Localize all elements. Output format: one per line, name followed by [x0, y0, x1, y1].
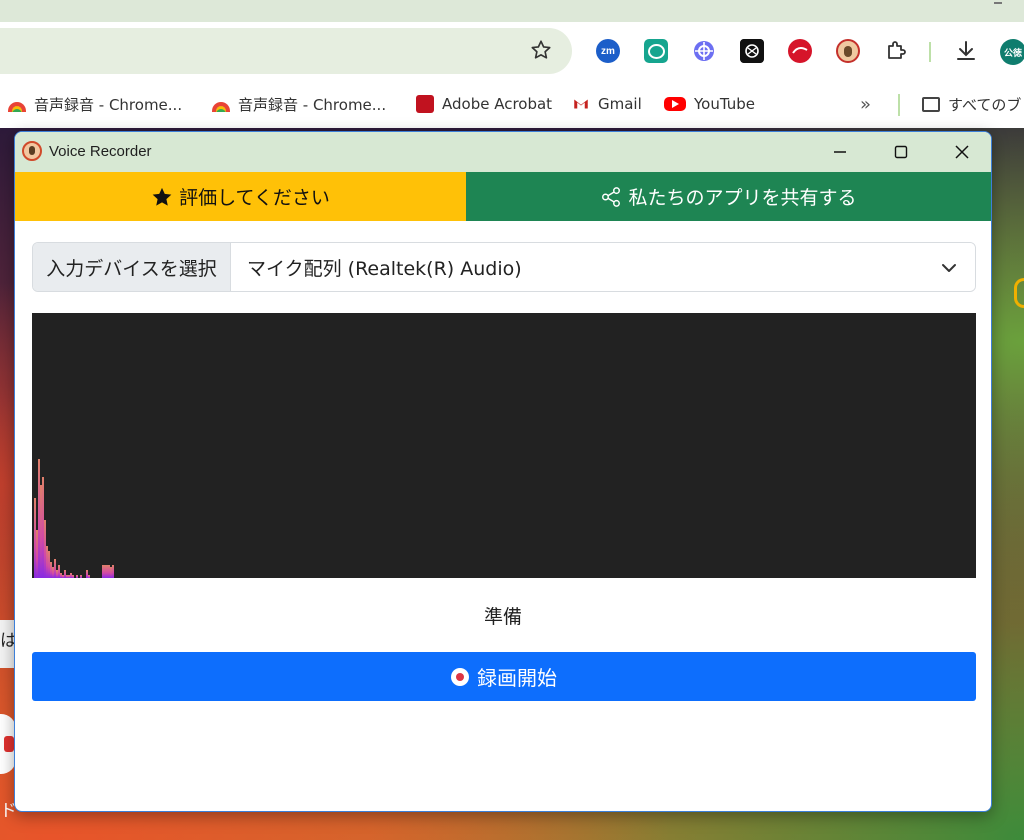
visualizer-bar: [76, 575, 78, 578]
zoom-icon[interactable]: zm: [596, 39, 620, 63]
youtube-icon: [664, 97, 686, 111]
gmail-icon: [574, 99, 588, 109]
share-app-button[interactable]: 私たちのアプリを共有する: [466, 172, 991, 221]
record-icon: [451, 667, 469, 686]
visualizer-bar: [112, 565, 114, 578]
trend-micro-icon[interactable]: [788, 39, 812, 63]
window-titlebar[interactable]: Voice Recorder: [15, 132, 991, 172]
voice-recorder-app-icon: [22, 141, 42, 161]
maximize-icon: [894, 145, 908, 159]
close-icon: [955, 145, 969, 159]
bookmark-star-icon[interactable]: [530, 39, 552, 61]
bookmark-voice-recorder-2[interactable]: 音声録音 - Chrome...: [212, 92, 386, 116]
chevron-down-icon: [942, 264, 956, 272]
voice-recorder-icon[interactable]: [836, 39, 860, 63]
window-title: Voice Recorder: [49, 143, 152, 160]
all-bookmarks-folder[interactable]: すべてのブック: [922, 92, 1024, 116]
puzzle-icon[interactable]: [884, 39, 908, 63]
bookmarks-divider: [898, 94, 900, 116]
start-recording-button[interactable]: 録画開始: [32, 652, 976, 701]
bookmark-voice-recorder-1[interactable]: 音声録音 - Chrome...: [8, 92, 182, 116]
browser-toolbar: zm 公徳: [0, 22, 1024, 82]
bookmark-label: Gmail: [598, 95, 642, 113]
download-icon[interactable]: [954, 39, 978, 63]
openai-icon[interactable]: [740, 39, 764, 63]
bookmark-label: YouTube: [694, 95, 755, 113]
input-device-value: マイク配列 (Realtek(R) Audio): [247, 257, 522, 280]
close-button[interactable]: [932, 132, 991, 172]
minimize-button[interactable]: [810, 132, 870, 172]
share-icon: [602, 186, 621, 207]
rate-app-label: 評価してください: [179, 187, 330, 209]
all-bookmarks-label: すべてのブック: [948, 95, 1024, 114]
bookmark-youtube[interactable]: YouTube: [664, 92, 755, 116]
zoom-icon-label: zm: [601, 45, 615, 57]
bookmark-adobe-acrobat[interactable]: Adobe Acrobat: [416, 92, 552, 116]
visualizer-bar: [72, 575, 74, 578]
address-bar[interactable]: [0, 28, 572, 74]
chat-icon[interactable]: [644, 39, 668, 63]
visualizer-bar: [88, 575, 90, 578]
input-device-group: 入力デバイスを選択 マイク配列 (Realtek(R) Audio): [32, 242, 976, 292]
visualizer-bar: [80, 575, 82, 578]
window-minimize-glyph[interactable]: [994, 0, 1002, 4]
voice-recorder-window: Voice Recorder 評価してください 私たちのアプリを共有する 入力デ…: [14, 131, 992, 812]
start-recording-label: 録画開始: [477, 666, 557, 690]
bookmark-gmail[interactable]: Gmail: [572, 92, 642, 116]
bookmarks-overflow-button[interactable]: »: [860, 92, 871, 116]
bookmark-label: 音声録音 - Chrome...: [238, 95, 387, 114]
browser-tab-strip: [0, 0, 1024, 22]
rainbow-icon: [8, 102, 26, 112]
status-text: 準備: [483, 606, 522, 628]
background-orange-shape: [1014, 278, 1024, 308]
profile-avatar[interactable]: 公徳: [1000, 39, 1024, 65]
acrobat-icon: [416, 95, 434, 113]
rate-app-button[interactable]: 評価してください: [15, 172, 466, 221]
bookmark-label: Adobe Acrobat: [442, 95, 553, 113]
crosshair-icon[interactable]: [692, 39, 716, 63]
input-device-label: 入力デバイスを選択: [33, 243, 231, 291]
bookmark-label: 音声録音 - Chrome...: [34, 95, 183, 114]
input-device-select[interactable]: マイク配列 (Realtek(R) Audio): [231, 243, 975, 291]
toolbar-divider: [929, 42, 931, 62]
folder-icon: [922, 96, 940, 112]
profile-initials: 公徳: [1003, 48, 1022, 59]
bookmarks-bar: 音声録音 - Chrome... 音声録音 - Chrome... Adobe …: [0, 82, 1024, 128]
audio-visualizer: [32, 313, 976, 578]
star-icon: [152, 187, 172, 206]
maximize-button[interactable]: [871, 132, 931, 172]
share-app-label: 私たちのアプリを共有する: [628, 187, 857, 209]
minimize-icon: [834, 151, 846, 153]
rainbow-icon: [212, 102, 230, 112]
